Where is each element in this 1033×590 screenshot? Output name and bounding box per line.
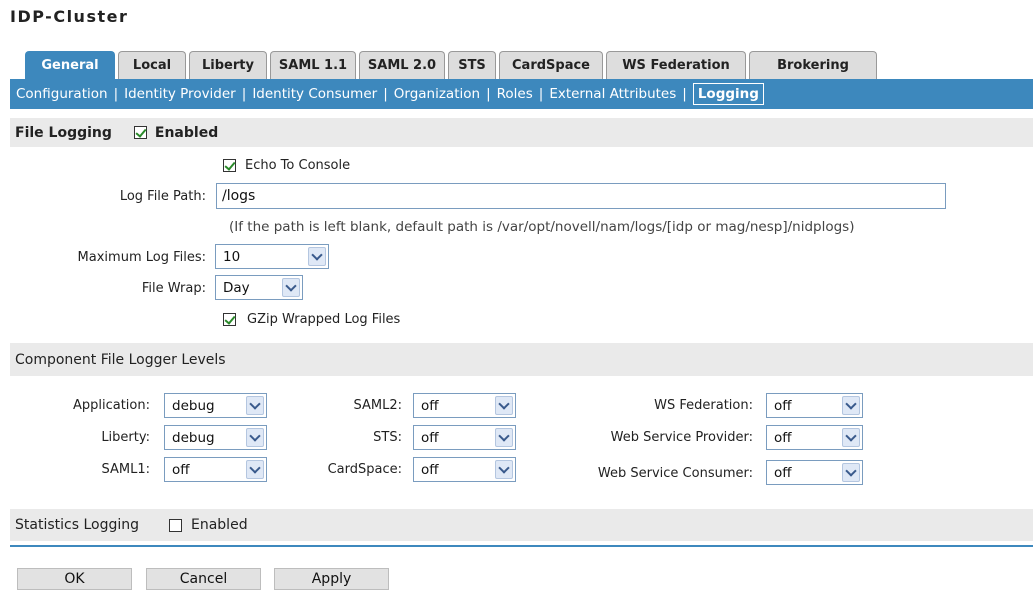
cardspace-level-select[interactable]: off bbox=[413, 457, 516, 482]
saml2-level-select[interactable]: off bbox=[413, 393, 516, 418]
log-file-path-label: Log File Path: bbox=[119, 189, 206, 204]
footer-divider bbox=[10, 545, 1033, 547]
chevron-down-icon bbox=[495, 428, 513, 447]
log-path-hint: (If the path is left blank, default path… bbox=[229, 219, 855, 235]
saml1-level-select[interactable]: off bbox=[164, 457, 267, 482]
tab-local[interactable]: Local bbox=[118, 51, 186, 79]
gzip-label: GZip Wrapped Log Files bbox=[247, 312, 401, 327]
file-wrap-select[interactable]: Day bbox=[215, 275, 303, 300]
sts-level-label: STS: bbox=[373, 430, 402, 445]
subnav-separator: | bbox=[682, 86, 687, 102]
saml1-level-label: SAML1: bbox=[101, 462, 151, 477]
web-service-provider-level-select[interactable]: off bbox=[766, 425, 863, 450]
subnav-logging[interactable]: Logging bbox=[692, 83, 764, 105]
chevron-down-icon bbox=[842, 396, 860, 415]
subnav-separator: | bbox=[241, 86, 247, 102]
web-service-consumer-level-value: off bbox=[774, 464, 792, 481]
liberty-level-value: debug bbox=[172, 429, 215, 446]
file-wrap-value: Day bbox=[223, 279, 250, 296]
chevron-down-icon bbox=[308, 247, 326, 266]
application-level-value: debug bbox=[172, 397, 215, 414]
subnav-separator: | bbox=[383, 86, 388, 102]
subnav-identity-provider[interactable]: Identity Provider bbox=[124, 86, 236, 102]
chevron-down-icon bbox=[282, 278, 300, 297]
subnav-external-attributes[interactable]: External Attributes bbox=[549, 86, 676, 102]
chevron-down-icon bbox=[246, 396, 264, 415]
chevron-down-icon bbox=[495, 460, 513, 479]
tab-general[interactable]: General bbox=[25, 51, 115, 79]
liberty-level-label: Liberty: bbox=[101, 430, 150, 445]
file-logging-enabled-label: Enabled bbox=[154, 124, 219, 141]
sts-level-select[interactable]: off bbox=[413, 425, 516, 450]
apply-button[interactable]: Apply bbox=[274, 568, 389, 590]
component-levels-section: Component File Logger Levels bbox=[10, 343, 1033, 376]
tab-cardspace[interactable]: CardSpace bbox=[499, 51, 603, 79]
statistics-logging-enabled-checkbox[interactable] bbox=[169, 518, 182, 532]
tab-saml20[interactable]: SAML 2.0 bbox=[359, 51, 445, 79]
ws-federation-level-label: WS Federation: bbox=[654, 398, 753, 413]
tab-ws-federation[interactable]: WS Federation bbox=[606, 51, 746, 79]
file-logging-title: File Logging bbox=[15, 124, 112, 141]
page-title: IDP-Cluster bbox=[10, 7, 129, 26]
application-level-select[interactable]: debug bbox=[164, 393, 267, 418]
subnav-configuration[interactable]: Configuration bbox=[16, 86, 108, 102]
ws-federation-level-value: off bbox=[774, 397, 792, 414]
chevron-down-icon bbox=[842, 428, 860, 447]
ws-federation-level-select[interactable]: off bbox=[766, 393, 863, 418]
subnav-roles[interactable]: Roles bbox=[497, 86, 533, 102]
liberty-level-select[interactable]: debug bbox=[164, 425, 267, 450]
file-logging-section: File Logging Enabled bbox=[10, 118, 1033, 147]
subnav-separator: | bbox=[113, 86, 119, 102]
file-wrap-label: File Wrap: bbox=[141, 281, 206, 296]
chevron-down-icon bbox=[495, 396, 513, 415]
file-logging-enabled-checkbox[interactable] bbox=[133, 126, 147, 139]
max-log-files-label: Maximum Log Files: bbox=[77, 250, 206, 265]
saml1-level-value: off bbox=[172, 461, 190, 478]
tab-liberty[interactable]: Liberty bbox=[189, 51, 267, 79]
component-levels-title: Component File Logger Levels bbox=[15, 351, 226, 368]
tab-brokering[interactable]: Brokering bbox=[749, 51, 877, 79]
subnav-separator: | bbox=[538, 86, 544, 102]
subnav-identity-consumer[interactable]: Identity Consumer bbox=[252, 86, 377, 102]
cardspace-level-value: off bbox=[421, 461, 439, 478]
application-level-label: Application: bbox=[72, 398, 150, 413]
echo-console-label: Echo To Console bbox=[245, 158, 351, 173]
cancel-button[interactable]: Cancel bbox=[146, 568, 261, 590]
echo-console-checkbox[interactable] bbox=[223, 159, 236, 172]
chevron-down-icon bbox=[842, 463, 860, 482]
chevron-down-icon bbox=[246, 460, 264, 479]
gzip-checkbox[interactable] bbox=[223, 313, 236, 326]
tab-saml11[interactable]: SAML 1.1 bbox=[270, 51, 356, 79]
log-file-path-input[interactable] bbox=[216, 183, 946, 209]
tab-sts[interactable]: STS bbox=[448, 51, 496, 79]
statistics-logging-section: Statistics Logging Enabled bbox=[10, 509, 1033, 541]
max-log-files-value: 10 bbox=[223, 248, 241, 265]
statistics-logging-enabled-label: Enabled bbox=[191, 517, 248, 533]
subnav-separator: | bbox=[486, 86, 491, 102]
chevron-down-icon bbox=[246, 428, 264, 447]
web-service-consumer-level-select[interactable]: off bbox=[766, 460, 863, 485]
sts-level-value: off bbox=[421, 429, 439, 446]
cardspace-level-label: CardSpace: bbox=[327, 462, 402, 477]
subnav-organization[interactable]: Organization bbox=[394, 86, 480, 102]
web-service-provider-level-label: Web Service Provider: bbox=[610, 430, 753, 445]
saml2-level-value: off bbox=[421, 397, 439, 414]
ok-button[interactable]: OK bbox=[17, 568, 132, 590]
saml2-level-label: SAML2: bbox=[353, 398, 403, 413]
web-service-consumer-level-label: Web Service Consumer: bbox=[597, 466, 753, 481]
web-service-provider-level-value: off bbox=[774, 429, 792, 446]
max-log-files-select[interactable]: 10 bbox=[215, 244, 329, 269]
statistics-logging-title: Statistics Logging bbox=[15, 517, 139, 533]
sub-navigation: Configuration | Identity Provider | Iden… bbox=[10, 79, 1033, 109]
